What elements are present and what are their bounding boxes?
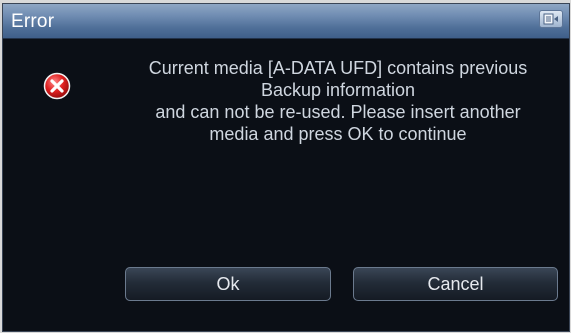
title-bar: Error: [3, 4, 569, 39]
cancel-button[interactable]: Cancel: [353, 267, 558, 301]
window-menu-button[interactable]: [539, 10, 563, 28]
message-line: and can not be re-used. Please insert an…: [155, 102, 521, 122]
message-line: Current media [A-DATA UFD] contains prev…: [148, 58, 528, 78]
error-icon: [43, 72, 71, 100]
dialog-title: Error: [11, 11, 55, 32]
error-dialog: Error Current media [A-DATA UFD] contain…: [2, 3, 570, 332]
ok-button[interactable]: Ok: [125, 267, 331, 301]
window-menu-icon: [543, 13, 558, 25]
error-message: Current media [A-DATA UFD] contains prev…: [113, 57, 563, 145]
message-line: Backup information: [260, 80, 416, 100]
message-line: media and press OK to continue: [209, 124, 467, 144]
